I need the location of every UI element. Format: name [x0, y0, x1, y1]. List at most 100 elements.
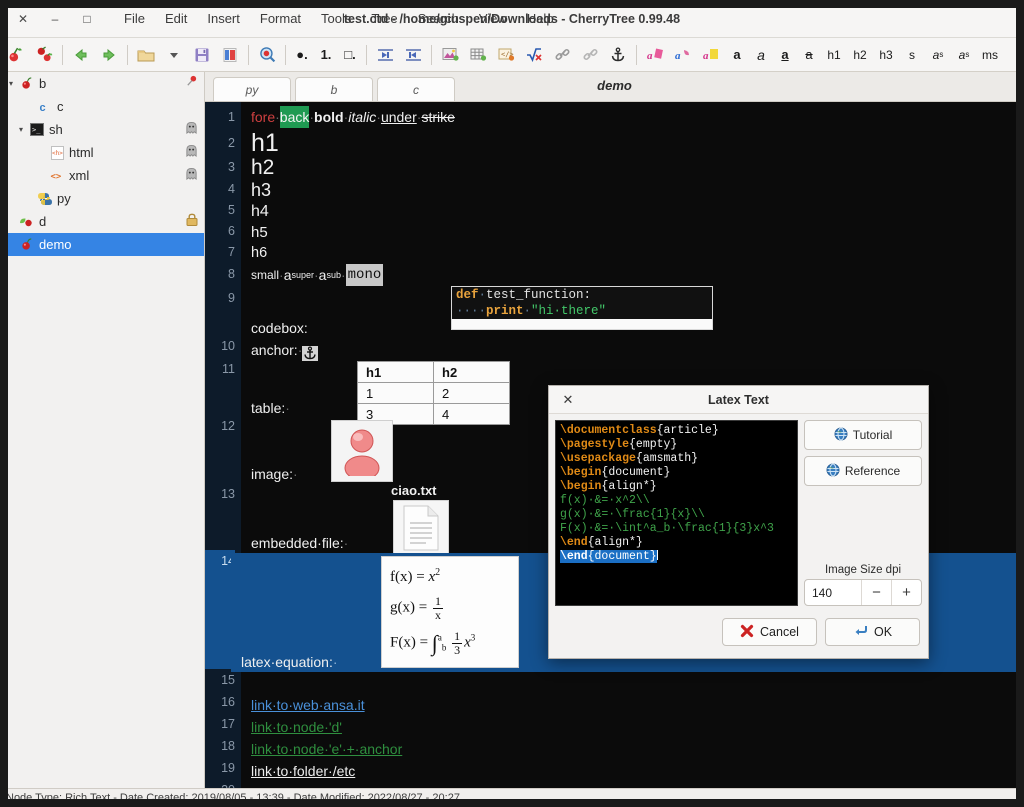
embedded-file-label: embedded·file:· [251, 535, 348, 551]
ghost-icon [185, 144, 198, 161]
small-super-sub-mono-line: small·asuper·asub·mono [241, 264, 1024, 286]
new-node-icon[interactable] [3, 42, 29, 68]
dpi-value[interactable]: 140 [805, 586, 861, 600]
latex-equation-image[interactable]: f(x) = x2 g(x) = 1x F(x) = ∫ab 13x3 [381, 556, 519, 668]
tree-node-d[interactable]: d [0, 210, 204, 233]
text-file-icon[interactable] [393, 500, 449, 556]
insert-image-icon[interactable] [437, 42, 463, 68]
dpi-decrease-button[interactable]: − [861, 580, 891, 605]
tree-node-b[interactable]: ▾ b [0, 72, 204, 95]
tree-node-sh[interactable]: ▾ >_ sh [0, 118, 204, 141]
maximize-icon[interactable]: □ [74, 6, 100, 32]
menu-search[interactable]: Search [416, 9, 461, 28]
tree-panel[interactable]: ▾ b c c ▾ >_ sh [0, 72, 205, 788]
bulleted-list-icon[interactable]: ●. [291, 42, 313, 68]
latex-code-textarea[interactable]: \documentclass{article} \pagestyle{empty… [555, 420, 798, 606]
todo-list-icon[interactable]: □. [339, 42, 361, 68]
tutorial-button[interactable]: Tutorial [804, 420, 922, 450]
line-number: 3 [205, 156, 235, 178]
tree-node-demo[interactable]: demo [0, 233, 204, 256]
underline-text: under [381, 106, 417, 128]
monospace-button[interactable]: ms [978, 42, 1002, 68]
menu-tools[interactable]: Tools [319, 9, 353, 28]
menu-view[interactable]: View [477, 9, 509, 28]
minimize-icon[interactable]: – [42, 6, 68, 32]
go-forward-icon[interactable] [96, 42, 122, 68]
menu-tree[interactable]: Tree [369, 9, 399, 28]
menu-help[interactable]: Help [525, 9, 556, 28]
tab-b[interactable]: b [295, 77, 373, 101]
link-to-node-e-anchor[interactable]: link·to·node·'e'·+·anchor [251, 738, 402, 760]
latex-equation-label: latex·equation:· [241, 654, 338, 670]
open-file-icon[interactable] [133, 42, 159, 68]
numbered-list-icon[interactable]: 1. [315, 42, 337, 68]
dpi-increase-button[interactable]: + [891, 580, 921, 605]
heading-3-button[interactable]: h3 [874, 42, 898, 68]
tab-py[interactable]: py [213, 77, 291, 101]
underline-button[interactable]: a [774, 42, 796, 68]
link-to-node-d[interactable]: link·to·node·'d' [251, 716, 342, 738]
close-icon[interactable]: ✕ [557, 392, 579, 408]
tab-c[interactable]: c [377, 77, 455, 101]
menu-file[interactable]: File [122, 9, 147, 28]
remove-color-icon[interactable]: a [698, 42, 724, 68]
tutorial-label: Tutorial [853, 428, 893, 442]
tree-node-c[interactable]: c c [0, 95, 204, 118]
indent-decrease-icon[interactable] [372, 42, 398, 68]
chevron-down-icon[interactable] [161, 42, 187, 68]
heading-1-button[interactable]: h1 [822, 42, 846, 68]
reference-label: Reference [845, 464, 900, 478]
remove-link-icon[interactable] [577, 42, 603, 68]
svg-text:<h>: <h> [52, 150, 63, 157]
foreground-color-icon[interactable]: a [642, 42, 668, 68]
latex-code-line: \end{align*} [560, 536, 793, 550]
link-to-file[interactable]: link·to·file·/etc/fstab [251, 782, 372, 788]
anchor-icon[interactable] [302, 346, 318, 361]
expander-icon[interactable]: ▾ [4, 79, 18, 88]
menu-format[interactable]: Format [258, 9, 303, 28]
svg-text:a: a [675, 50, 681, 62]
italic-button[interactable]: a [750, 42, 772, 68]
insert-codebox-icon[interactable]: </> [493, 42, 519, 68]
cancel-button[interactable]: Cancel [722, 618, 817, 646]
globe-icon [826, 463, 840, 480]
ok-button[interactable]: OK [825, 618, 920, 646]
go-back-icon[interactable] [68, 42, 94, 68]
expander-icon[interactable]: ▾ [14, 125, 28, 134]
dialog-side-panel: Tutorial Reference Image Size dpi 140 − … [804, 420, 922, 606]
indent-increase-icon[interactable] [400, 42, 426, 68]
menu-insert[interactable]: Insert [205, 9, 242, 28]
link-to-web[interactable]: link·to·web·ansa.it [251, 694, 365, 716]
insert-link-icon[interactable] [549, 42, 575, 68]
bold-button[interactable]: a [726, 42, 748, 68]
content-table[interactable]: h1 h2 1 2 3 4 [357, 361, 510, 425]
tree-node-py[interactable]: py [0, 187, 204, 210]
export-pdf-icon[interactable] [217, 42, 243, 68]
latex-code-line: \begin{document} [560, 466, 793, 480]
search-icon[interactable] [254, 42, 280, 68]
background-color-icon[interactable]: a [670, 42, 696, 68]
link-to-folder[interactable]: link·to·folder·/etc [251, 760, 355, 782]
codebox-widget[interactable]: def·test_function: ····print·"hi·there" [451, 286, 713, 330]
dpi-spinner[interactable]: 140 − + [804, 579, 922, 606]
insert-latex-icon[interactable] [521, 42, 547, 68]
insert-anchor-icon[interactable] [605, 42, 631, 68]
line-number: 5 [205, 200, 235, 221]
superscript-button[interactable]: as [926, 42, 950, 68]
close-icon[interactable]: ✕ [10, 6, 36, 32]
tree-node-xml[interactable]: <> xml [0, 164, 204, 187]
save-icon[interactable] [189, 42, 215, 68]
new-subnode-icon[interactable] [31, 42, 57, 68]
small-text-button[interactable]: s [900, 42, 924, 68]
user-avatar-image[interactable] [331, 420, 393, 482]
menu-edit[interactable]: Edit [163, 9, 189, 28]
subscript-button[interactable]: as [952, 42, 976, 68]
insert-table-icon[interactable] [465, 42, 491, 68]
tree-node-html[interactable]: <h> html [0, 141, 204, 164]
strikethrough-button[interactable]: a [798, 42, 820, 68]
reference-button[interactable]: Reference [804, 456, 922, 486]
table-row: 1 2 [358, 383, 510, 404]
latex-text-dialog[interactable]: ✕ Latex Text \documentclass{article} \pa… [548, 385, 929, 659]
heading-text: h1 [251, 131, 279, 156]
heading-2-button[interactable]: h2 [848, 42, 872, 68]
